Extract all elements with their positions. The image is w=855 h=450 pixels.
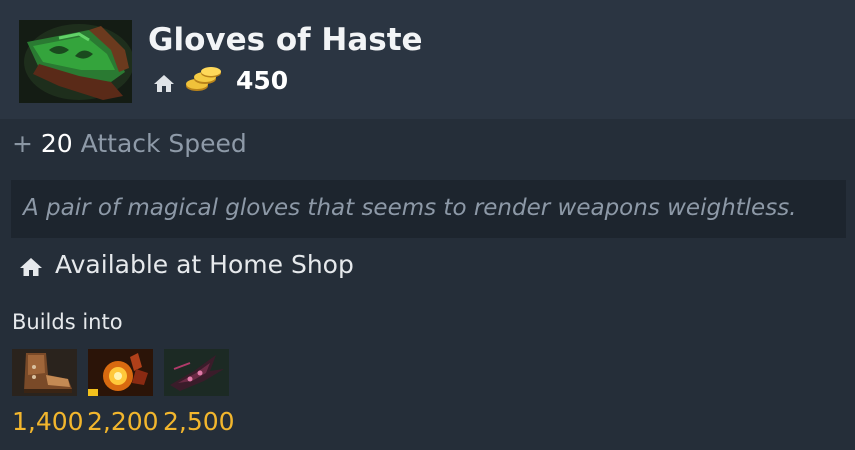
shop-availability-text: Available at Home Shop <box>55 250 354 279</box>
stat-plus: + <box>12 129 33 158</box>
lore-text: A pair of magical gloves that seems to r… <box>23 195 797 221</box>
build-price: 2,200 <box>87 407 159 436</box>
boots-icon[interactable] <box>12 349 77 396</box>
dark-blade-icon[interactable] <box>164 349 229 396</box>
gold-coins-icon <box>183 67 223 97</box>
item-name: Gloves of Haste <box>148 22 423 58</box>
build-price: 2,500 <box>163 407 235 436</box>
item-cost-value: 450 <box>236 66 289 95</box>
home-shop-icon <box>19 257 43 281</box>
lore-box: A pair of magical gloves that seems to r… <box>11 180 846 238</box>
builds-into-label: Builds into <box>12 310 123 334</box>
stat-value: 20 <box>40 129 73 158</box>
item-header: Gloves of Haste 450 <box>0 0 855 119</box>
stat-name: Attack Speed <box>80 129 247 158</box>
home-shop-icon <box>153 74 175 97</box>
build-price: 1,400 <box>12 407 84 436</box>
glowing-gauntlet-icon[interactable] <box>88 349 153 396</box>
stat-attack-speed: + 20 Attack Speed <box>12 129 247 158</box>
gloves-of-haste-icon[interactable] <box>19 20 132 103</box>
